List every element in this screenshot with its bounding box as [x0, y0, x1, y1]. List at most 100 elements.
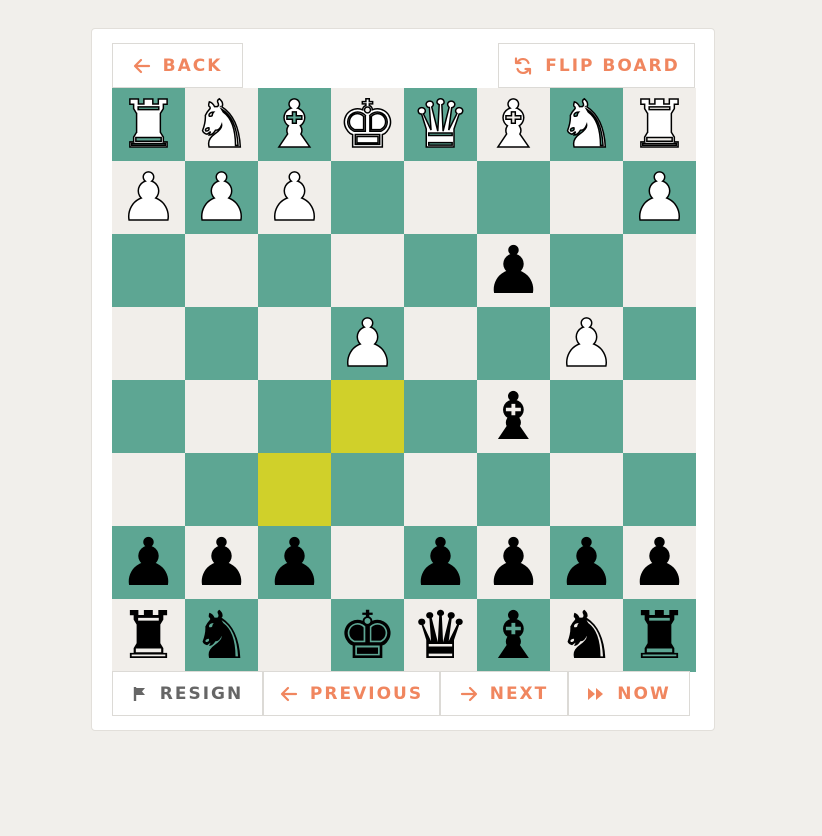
square-g7[interactable]: ♟: [185, 526, 258, 599]
black-king-icon[interactable]: ♚: [338, 602, 397, 669]
square-g4[interactable]: [185, 307, 258, 380]
black-pawn-icon[interactable]: ♟: [119, 529, 178, 596]
square-b5[interactable]: [550, 380, 623, 453]
square-b7[interactable]: ♟: [550, 526, 623, 599]
square-d4[interactable]: [404, 307, 477, 380]
square-f7[interactable]: ♟: [258, 526, 331, 599]
black-pawn-icon[interactable]: ♟: [484, 237, 543, 304]
black-pawn-icon[interactable]: ♟: [192, 529, 251, 596]
black-pawn-icon[interactable]: ♟: [557, 529, 616, 596]
square-f5[interactable]: [258, 380, 331, 453]
white-queen-icon[interactable]: ♛: [410, 90, 471, 158]
square-d1[interactable]: ♛: [404, 88, 477, 161]
square-d7[interactable]: ♟: [404, 526, 477, 599]
black-pawn-icon[interactable]: ♟: [484, 529, 543, 596]
square-b6[interactable]: [550, 453, 623, 526]
square-d8[interactable]: ♛: [404, 599, 477, 672]
resign-button[interactable]: RESIGN: [112, 671, 263, 716]
previous-button[interactable]: PREVIOUS: [263, 671, 440, 716]
white-pawn-icon[interactable]: ♟: [191, 163, 252, 231]
black-pawn-icon[interactable]: ♟: [265, 529, 324, 596]
square-a8[interactable]: ♜: [623, 599, 696, 672]
black-rook-icon[interactable]: ♜: [119, 602, 178, 669]
square-h5[interactable]: [112, 380, 185, 453]
white-bishop-icon[interactable]: ♝: [483, 90, 544, 158]
square-d5[interactable]: [404, 380, 477, 453]
white-pawn-icon[interactable]: ♟: [264, 163, 325, 231]
black-rook-icon[interactable]: ♜: [630, 602, 689, 669]
square-e8[interactable]: ♚: [331, 599, 404, 672]
square-b4[interactable]: ♟: [550, 307, 623, 380]
square-f1[interactable]: ♝: [258, 88, 331, 161]
white-rook-icon[interactable]: ♜: [629, 90, 690, 158]
square-g2[interactable]: ♟: [185, 161, 258, 234]
square-a3[interactable]: [623, 234, 696, 307]
white-pawn-icon[interactable]: ♟: [118, 163, 179, 231]
black-bishop-icon[interactable]: ♝: [484, 602, 543, 669]
square-h1[interactable]: ♜: [112, 88, 185, 161]
square-c4[interactable]: [477, 307, 550, 380]
square-f8[interactable]: [258, 599, 331, 672]
square-c1[interactable]: ♝: [477, 88, 550, 161]
black-knight-icon[interactable]: ♞: [557, 602, 616, 669]
square-b8[interactable]: ♞: [550, 599, 623, 672]
square-a6[interactable]: [623, 453, 696, 526]
square-g8[interactable]: ♞: [185, 599, 258, 672]
square-g3[interactable]: [185, 234, 258, 307]
square-c6[interactable]: [477, 453, 550, 526]
black-knight-icon[interactable]: ♞: [192, 602, 251, 669]
square-h3[interactable]: [112, 234, 185, 307]
square-g5[interactable]: [185, 380, 258, 453]
square-b3[interactable]: [550, 234, 623, 307]
square-f3[interactable]: [258, 234, 331, 307]
square-d3[interactable]: [404, 234, 477, 307]
square-e4[interactable]: ♟: [331, 307, 404, 380]
square-b2[interactable]: [550, 161, 623, 234]
square-c8[interactable]: ♝: [477, 599, 550, 672]
square-h7[interactable]: ♟: [112, 526, 185, 599]
white-knight-icon[interactable]: ♞: [556, 90, 617, 158]
square-e7[interactable]: [331, 526, 404, 599]
chess-board[interactable]: ♜ ♞ ♝ ♚ ♛ ♝ ♞ ♜ ♟ ♟ ♟ ♟ ♟ ♟ ♟ ♝ ♟ ♟ ♟ ♟ ♟ ♟ ♟ ♜ ♞ ♚ ♛ ♝ ♞ ♜: [112, 88, 696, 672]
square-h2[interactable]: ♟: [112, 161, 185, 234]
black-bishop-icon[interactable]: ♝: [484, 383, 543, 450]
square-a1[interactable]: ♜: [623, 88, 696, 161]
square-c3[interactable]: ♟: [477, 234, 550, 307]
white-pawn-icon[interactable]: ♟: [556, 309, 617, 377]
square-c2[interactable]: [477, 161, 550, 234]
square-a7[interactable]: ♟: [623, 526, 696, 599]
square-a5[interactable]: [623, 380, 696, 453]
black-pawn-icon[interactable]: ♟: [411, 529, 470, 596]
square-b1[interactable]: ♞: [550, 88, 623, 161]
flip-board-button[interactable]: FLIP BOARD: [498, 43, 695, 88]
white-bishop-icon[interactable]: ♝: [264, 90, 325, 158]
square-e5[interactable]: [331, 380, 404, 453]
square-e3[interactable]: [331, 234, 404, 307]
white-king-icon[interactable]: ♚: [337, 90, 398, 158]
square-c5[interactable]: ♝: [477, 380, 550, 453]
white-knight-icon[interactable]: ♞: [191, 90, 252, 158]
square-e6[interactable]: [331, 453, 404, 526]
now-button[interactable]: NOW: [568, 671, 690, 716]
white-pawn-icon[interactable]: ♟: [629, 163, 690, 231]
square-d6[interactable]: [404, 453, 477, 526]
black-pawn-icon[interactable]: ♟: [630, 529, 689, 596]
square-e2[interactable]: [331, 161, 404, 234]
square-g1[interactable]: ♞: [185, 88, 258, 161]
square-h6[interactable]: [112, 453, 185, 526]
square-e1[interactable]: ♚: [331, 88, 404, 161]
square-f6[interactable]: [258, 453, 331, 526]
next-button[interactable]: NEXT: [440, 671, 568, 716]
square-a2[interactable]: ♟: [623, 161, 696, 234]
square-h4[interactable]: [112, 307, 185, 380]
square-f4[interactable]: [258, 307, 331, 380]
square-d2[interactable]: [404, 161, 477, 234]
black-queen-icon[interactable]: ♛: [411, 602, 470, 669]
white-pawn-icon[interactable]: ♟: [337, 309, 398, 377]
back-button[interactable]: BACK: [112, 43, 243, 88]
square-g6[interactable]: [185, 453, 258, 526]
white-rook-icon[interactable]: ♜: [118, 90, 179, 158]
square-h8[interactable]: ♜: [112, 599, 185, 672]
square-c7[interactable]: ♟: [477, 526, 550, 599]
square-f2[interactable]: ♟: [258, 161, 331, 234]
